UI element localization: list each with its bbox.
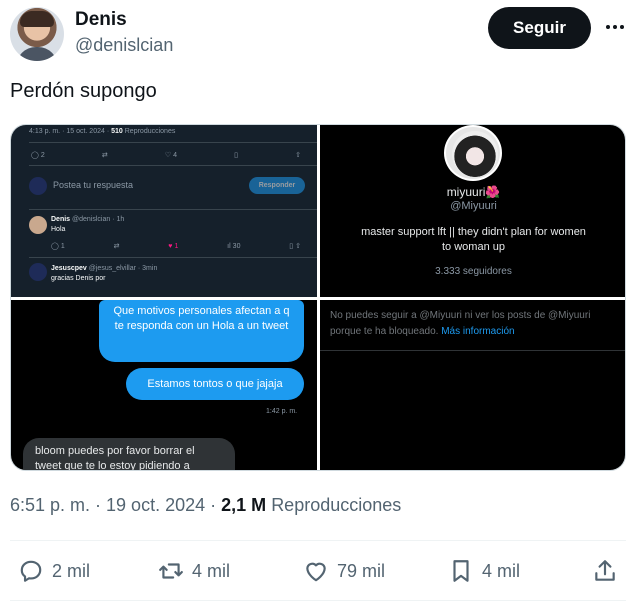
author-display-name[interactable]: Denis <box>75 9 127 31</box>
s1-comment1-avatar <box>29 216 47 234</box>
s1-reply-placeholder: Postea tu respuesta <box>53 180 134 190</box>
s3-message-2: Estamos tontos o que jajaja <box>126 368 304 400</box>
s4-more-info-link: Más información <box>441 326 515 337</box>
s1-retweet-icon: ⇄ <box>101 152 108 159</box>
s1-comment2-name: Jesuscpev <box>51 265 87 272</box>
s1-reply-button: Responder <box>249 177 305 194</box>
divider-bottom <box>10 600 626 601</box>
s1-comment1: Denis @denislcian · 1h Hola <box>51 216 124 233</box>
s3-message-3: bloom puedes por favor borrar el tweet q… <box>23 438 235 470</box>
s1-meta-views: 510 <box>111 128 123 135</box>
s1-like-icon: ♡ 4 <box>164 151 178 160</box>
author-handle[interactable]: @denislcian <box>75 35 173 56</box>
avatar-shirt <box>16 47 58 61</box>
tweet-text: Perdón supongo <box>10 80 157 102</box>
tweet-timestamp[interactable]: 6:51 p. m. · 19 oct. 2024 · <box>10 495 216 515</box>
s1-comment2-text: gracias Denis por <box>51 275 106 282</box>
s1-divider <box>29 165 317 166</box>
s3-message-time: 1:42 p. m. <box>266 408 298 415</box>
s1-replies-count: 2 <box>40 151 45 159</box>
s1-share-icon: ⇧ <box>295 152 301 159</box>
more-options-icon[interactable] <box>602 14 628 40</box>
s1-meta-time: 4:13 p. m. · 15 oct. 2024 · <box>29 128 110 135</box>
retweet-button[interactable]: 4 mil <box>158 558 230 584</box>
s2-profile-name: miyuuri🌺 <box>446 185 501 199</box>
s1-comment2-avatar <box>29 263 47 281</box>
s1-bookmark-icon: ▯ <box>234 152 238 159</box>
reply-icon <box>20 560 42 582</box>
bookmark-button[interactable]: 4 mil <box>448 558 520 584</box>
retweet-icon <box>159 563 183 579</box>
s2-profile-handle: @Miyuuri <box>450 200 497 212</box>
author-avatar[interactable] <box>10 7 64 61</box>
s1-reply-icon: ◯ 2 <box>31 151 45 160</box>
s1-comment2: Jesuscpev @jesus_elvillar · 3min gracias… <box>51 265 157 282</box>
follow-button[interactable]: Seguir <box>488 7 591 49</box>
s1-user-avatar <box>29 177 47 195</box>
s1-divider <box>29 209 317 210</box>
s3-message-1: Que motivos personales afectan a q te re… <box>99 300 304 362</box>
reply-count: 2 mil <box>52 560 91 581</box>
media-image-1[interactable]: 4:13 p. m. · 15 oct. 2024 · 510 Reproduc… <box>11 125 317 297</box>
share-button[interactable] <box>592 558 618 584</box>
s1-meta-label: Reproducciones <box>124 128 176 135</box>
retweet-count: 4 mil <box>192 560 231 581</box>
s1-comment1-handle: @denislcian · 1h <box>72 216 125 223</box>
share-icon <box>595 560 615 581</box>
s1-comment1-replies: 1 <box>60 242 65 250</box>
divider-top <box>10 540 626 541</box>
s1-actions: ◯ 2 ⇄ ♡ 4 ▯ ⇧ <box>31 151 301 160</box>
bookmark-icon <box>453 560 469 582</box>
s2-profile-followers: 3.333 seguidores <box>435 266 512 277</box>
like-count: 79 mil <box>337 560 386 581</box>
tweet-views-label: Reproducciones <box>271 495 402 515</box>
tweet-meta: 6:51 p. m. · 19 oct. 2024 · 2,1 M Reprod… <box>10 495 401 516</box>
s1-divider <box>29 142 317 143</box>
s1-comment1-text: Hola <box>51 226 66 233</box>
s1-comment1-likes: 1 <box>174 242 179 250</box>
bookmark-count: 4 mil <box>482 560 521 581</box>
s1-comment1-name: Denis <box>51 216 71 223</box>
tweet-views-count: 2,1 M <box>221 495 267 515</box>
media-image-4[interactable]: No puedes seguir a @Miyuuri ni ver los p… <box>320 300 625 470</box>
s1-divider <box>29 257 317 258</box>
avatar-hair <box>20 11 54 27</box>
s2-profile-avatar <box>444 125 502 181</box>
media-grid: 4:13 p. m. · 15 oct. 2024 · 510 Reproduc… <box>10 124 626 471</box>
s1-comment1-actions: ◯ 1 ⇄ ♥ 1 ıl 30 ▯ ⇧ <box>51 242 301 251</box>
s4-blocked-notice: No puedes seguir a @Miyuuri ni ver los p… <box>330 308 615 340</box>
reply-button[interactable]: 2 mil <box>18 558 90 584</box>
s1-comment1-views: 30 <box>232 242 241 250</box>
s4-divider <box>320 350 625 351</box>
s1-meta: 4:13 p. m. · 15 oct. 2024 · 510 Reproduc… <box>29 128 175 135</box>
s1-likes-count: 4 <box>173 151 178 159</box>
media-image-2[interactable]: miyuuri🌺 @Miyuuri master support lft || … <box>320 125 625 297</box>
heart-icon <box>306 562 326 582</box>
media-image-3[interactable]: Que motivos personales afectan a q te re… <box>11 300 317 470</box>
s2-profile-bio: master support lft || they didn't plan f… <box>361 226 586 253</box>
like-button[interactable]: 79 mil <box>303 558 385 584</box>
s1-comment2-handle: @jesus_elvillar · 3min <box>88 265 158 272</box>
